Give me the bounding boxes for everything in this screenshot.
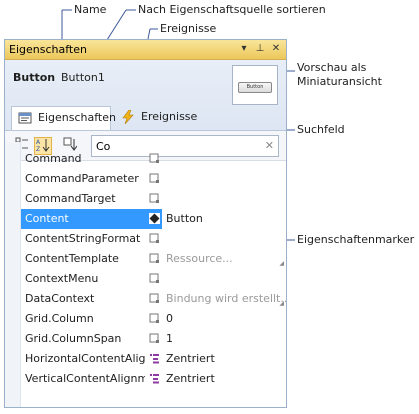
properties-window: Eigenschaften ▾ ⊥ ✕ Button Button1 Butto… bbox=[4, 39, 287, 408]
property-name: ContentTemplate bbox=[25, 252, 119, 265]
property-value[interactable]: 0 bbox=[166, 312, 173, 325]
object-type: Button bbox=[13, 71, 56, 84]
alignment-icon[interactable] bbox=[149, 353, 160, 364]
property-name: Grid.ColumnSpan bbox=[25, 332, 122, 345]
property-value[interactable]: Zentriert bbox=[166, 352, 215, 365]
property-name: CommandTarget bbox=[25, 192, 116, 205]
property-value[interactable]: Bindung wird erstellt... bbox=[166, 292, 286, 305]
property-row-commandparameter[interactable]: CommandParameter bbox=[21, 169, 286, 189]
property-row-datacontext[interactable]: DataContext Bindung wird erstellt... ◢ bbox=[21, 289, 286, 309]
properties-icon bbox=[18, 111, 32, 125]
property-name: HorizontalContentAlig... bbox=[25, 352, 145, 365]
property-marker-icon[interactable] bbox=[149, 153, 160, 164]
thumbnail-button: Button bbox=[238, 82, 272, 93]
property-value[interactable]: 1 bbox=[166, 332, 173, 345]
callout-sort: Nach Eigenschaftsquelle sortieren bbox=[138, 3, 326, 16]
property-row-content[interactable]: Content Button bbox=[21, 209, 286, 229]
property-marker-icon[interactable] bbox=[149, 173, 160, 184]
callout-name: Name bbox=[74, 3, 107, 16]
preview-thumbnail: Button bbox=[232, 65, 278, 105]
property-row-horizontalcontentalignment[interactable]: HorizontalContentAlig... Zentriert bbox=[21, 349, 286, 369]
property-marker-set-icon[interactable] bbox=[149, 213, 160, 224]
object-name[interactable]: Button1 bbox=[61, 71, 105, 84]
property-value[interactable]: Ressource... bbox=[166, 252, 233, 265]
property-name: ContentStringFormat bbox=[25, 232, 141, 245]
object-header: Button Button1 Button Eigenschaften Erei… bbox=[5, 60, 286, 161]
property-marker-icon[interactable] bbox=[149, 233, 160, 244]
property-marker-icon[interactable] bbox=[149, 253, 160, 264]
callout-search: Suchfeld bbox=[297, 123, 345, 136]
property-name: VerticalContentAlignm... bbox=[25, 372, 145, 385]
property-name: Command bbox=[25, 152, 82, 165]
tab-properties[interactable]: Eigenschaften bbox=[11, 106, 116, 130]
pin-icon[interactable]: ⊥ bbox=[253, 42, 267, 56]
property-marker-icon[interactable] bbox=[149, 333, 160, 344]
property-value[interactable]: Button bbox=[162, 209, 286, 229]
property-row-verticalcontentalignment[interactable]: VerticalContentAlignm... Zentriert bbox=[21, 369, 286, 389]
property-grid: Command CommandParameter CommandTarget C… bbox=[5, 142, 286, 407]
property-name: Grid.Column bbox=[25, 312, 94, 325]
property-name: CommandParameter bbox=[25, 172, 139, 185]
expand-corner-icon[interactable]: ◢ bbox=[279, 300, 284, 307]
window-titlebar[interactable]: Eigenschaften ▾ ⊥ ✕ bbox=[5, 40, 286, 60]
property-marker-icon[interactable] bbox=[149, 293, 160, 304]
callout-preview: Vorschau als Miniaturansicht bbox=[297, 61, 382, 88]
tab-properties-label: Eigenschaften bbox=[38, 111, 116, 124]
expand-corner-icon[interactable]: ◢ bbox=[279, 260, 284, 267]
property-value[interactable]: Zentriert bbox=[166, 372, 215, 385]
window-title: Eigenschaften bbox=[9, 43, 87, 56]
property-row-command[interactable]: Command bbox=[21, 149, 286, 169]
property-name: ContextMenu bbox=[25, 272, 99, 285]
property-row-commandtarget[interactable]: CommandTarget bbox=[21, 189, 286, 209]
property-marker-icon[interactable] bbox=[149, 273, 160, 284]
property-name: Content bbox=[25, 212, 69, 225]
property-marker-icon[interactable] bbox=[149, 193, 160, 204]
alignment-icon[interactable] bbox=[149, 373, 160, 384]
tab-events[interactable]: Ereignisse bbox=[115, 106, 205, 130]
property-row-grid-columnspan[interactable]: Grid.ColumnSpan 1 bbox=[21, 329, 286, 349]
dropdown-icon[interactable]: ▾ bbox=[237, 42, 251, 56]
callout-marker: Eigenschaftenmarker bbox=[297, 233, 415, 246]
property-name: DataContext bbox=[25, 292, 95, 305]
close-icon[interactable]: ✕ bbox=[269, 42, 283, 56]
property-row-grid-column[interactable]: Grid.Column 0 bbox=[21, 309, 286, 329]
property-row-contentstringformat[interactable]: ContentStringFormat bbox=[21, 229, 286, 249]
property-row-contenttemplate[interactable]: ContentTemplate Ressource... ◢ bbox=[21, 249, 286, 269]
grid-left-strip bbox=[5, 142, 21, 407]
property-row-contextmenu[interactable]: ContextMenu bbox=[21, 269, 286, 289]
tab-events-label: Ereignisse bbox=[141, 110, 198, 123]
callout-events: Ereignisse bbox=[160, 22, 217, 35]
lightning-icon bbox=[121, 109, 135, 125]
property-marker-icon[interactable] bbox=[149, 313, 160, 324]
